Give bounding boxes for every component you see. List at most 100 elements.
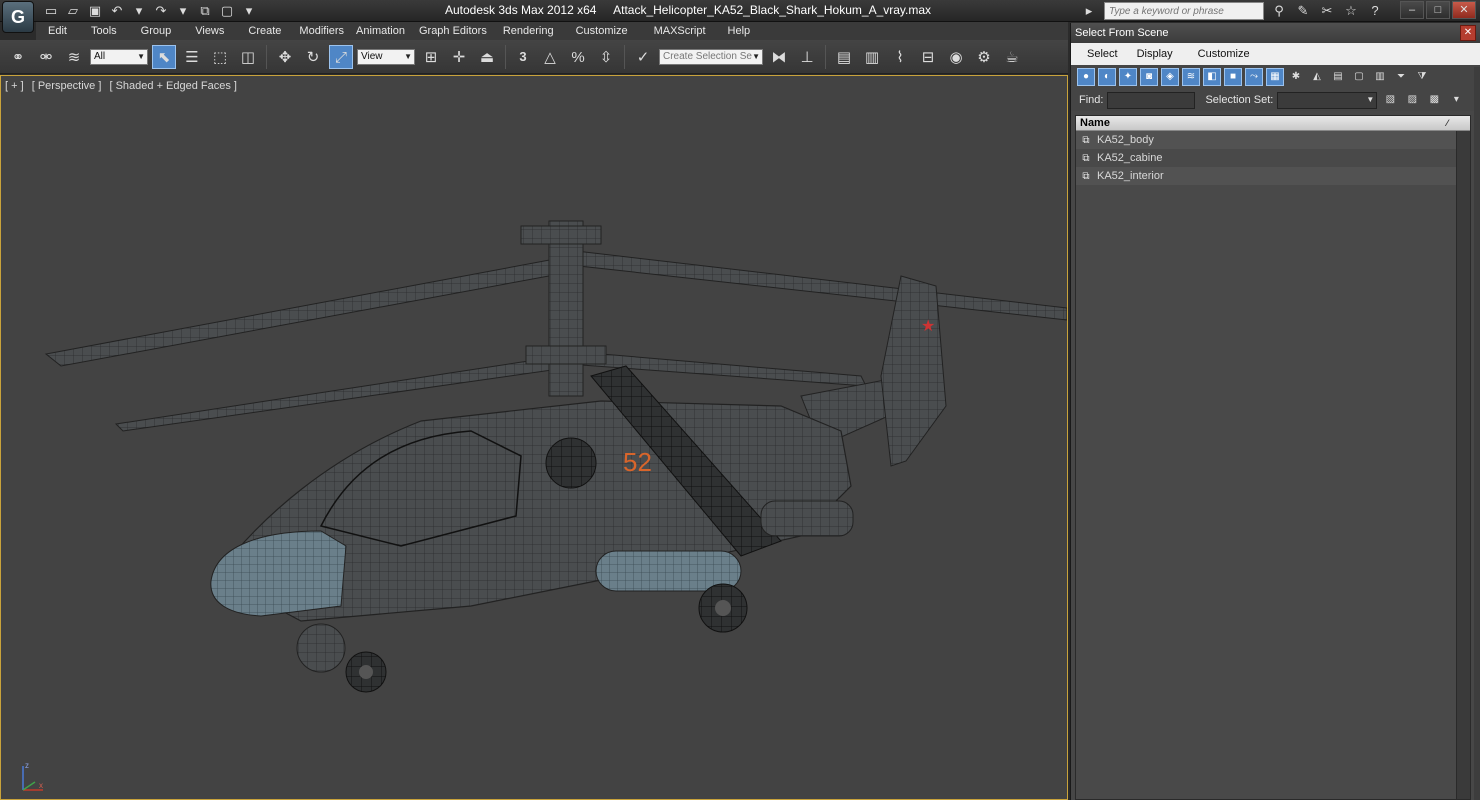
select-invert-icon[interactable]: ▥: [1371, 68, 1389, 86]
angle-snap-icon[interactable]: △: [538, 45, 562, 69]
menu-maxscript[interactable]: MAXScript: [642, 25, 718, 37]
spinner-snap-icon[interactable]: ⇳: [594, 45, 618, 69]
add-to-selection-set-icon[interactable]: ▨: [1403, 91, 1421, 109]
list-scrollbar[interactable]: [1456, 131, 1470, 799]
display-geometry-icon[interactable]: ●: [1077, 68, 1095, 86]
redo-icon[interactable]: ↷: [152, 2, 170, 20]
subscription-icon[interactable]: ✎: [1294, 2, 1312, 20]
edit-named-selection-icon[interactable]: ✓: [631, 45, 655, 69]
selection-filter-dropdown[interactable]: All: [90, 48, 148, 65]
display-groups-icon[interactable]: ◧: [1203, 68, 1221, 86]
render-teapot-icon[interactable]: ☕: [1000, 45, 1024, 69]
select-and-scale-icon[interactable]: ⤢: [329, 44, 353, 69]
save-file-icon[interactable]: ▣: [86, 2, 104, 20]
display-xrefs-icon[interactable]: ■: [1224, 68, 1242, 86]
display-space-warps-icon[interactable]: ≋: [1182, 68, 1200, 86]
menu-edit[interactable]: Edit: [36, 25, 79, 37]
filter-icon[interactable]: ⏷: [1392, 68, 1410, 86]
window-layout-icon[interactable]: ▢: [218, 2, 236, 20]
dialog-menu-customize[interactable]: Customize: [1184, 48, 1261, 60]
select-object-icon[interactable]: ⬉: [152, 44, 176, 69]
bind-to-space-warp-icon[interactable]: ≋: [62, 45, 86, 69]
remove-from-selection-set-icon[interactable]: ▩: [1425, 91, 1443, 109]
material-editor-icon[interactable]: ◉: [944, 45, 968, 69]
menu-graph-editors[interactable]: Graph Editors: [411, 25, 495, 37]
menu-customize[interactable]: Customize: [562, 25, 642, 37]
scene-object-list[interactable]: Name ⁄ ⧉ KA52_body ⧉ KA52_cabine ⧉ KA52_…: [1075, 115, 1471, 800]
menu-tools[interactable]: Tools: [79, 25, 129, 37]
list-item-ka52-body[interactable]: ⧉ KA52_body: [1076, 131, 1470, 149]
select-and-move-icon[interactable]: ✥: [273, 45, 297, 69]
expand-search-icon[interactable]: ▸: [1080, 2, 1098, 20]
named-selection-set-dropdown[interactable]: Create Selection Se: [659, 48, 763, 65]
app-logo-button[interactable]: G: [2, 1, 34, 33]
display-hidden-icon[interactable]: ◭: [1308, 68, 1326, 86]
reference-coordinate-dropdown[interactable]: View: [357, 48, 415, 65]
select-none-icon[interactable]: ▢: [1350, 68, 1368, 86]
graphite-ribbon-icon[interactable]: ▥: [860, 45, 884, 69]
dialog-title-bar[interactable]: Select From Scene ✕: [1071, 23, 1480, 43]
dialog-close-button[interactable]: ✕: [1460, 25, 1476, 41]
open-file-icon[interactable]: ▱: [64, 2, 82, 20]
maximize-icon[interactable]: □: [1426, 1, 1450, 19]
create-selection-set-icon[interactable]: ▧: [1381, 91, 1399, 109]
viewport-point-of-view-label[interactable]: [ Perspective ]: [32, 80, 102, 92]
menu-views[interactable]: Views: [183, 25, 236, 37]
menu-group[interactable]: Group: [129, 25, 184, 37]
minimize-icon[interactable]: –: [1400, 1, 1424, 19]
dialog-scrollbar[interactable]: [1474, 67, 1480, 800]
find-input[interactable]: [1107, 91, 1196, 109]
new-file-icon[interactable]: ▭: [42, 2, 60, 20]
align-icon[interactable]: ⊥: [795, 45, 819, 69]
project-folder-icon[interactable]: ⧉: [196, 2, 214, 20]
unlink-selection-icon[interactable]: ⚮: [34, 45, 58, 69]
dialog-options-dropdown-icon[interactable]: ▾: [1447, 91, 1465, 109]
dialog-menu-select[interactable]: Select: [1071, 48, 1129, 60]
mirror-icon[interactable]: ⧓: [767, 45, 791, 69]
display-helpers-icon[interactable]: ◈: [1161, 68, 1179, 86]
viewport-menu-label[interactable]: [ + ]: [5, 80, 24, 92]
close-window-icon[interactable]: ✕: [1452, 1, 1476, 19]
dialog-menu-display[interactable]: Display: [1129, 48, 1184, 60]
menu-help[interactable]: Help: [718, 25, 761, 37]
display-containers-icon[interactable]: ▦: [1266, 68, 1284, 86]
advanced-filter-icon[interactable]: ⧩: [1413, 68, 1431, 86]
display-bones-icon[interactable]: ⤳: [1245, 68, 1263, 86]
keyword-search-input[interactable]: [1104, 2, 1264, 20]
undo-dropdown-icon[interactable]: ▾: [130, 2, 148, 20]
display-shapes-icon[interactable]: ◐: [1098, 68, 1116, 86]
select-and-manipulate-icon[interactable]: ✛: [447, 45, 471, 69]
window-crossing-icon[interactable]: ◫: [236, 45, 260, 69]
keyboard-shortcut-override-icon[interactable]: ⏏: [475, 45, 499, 69]
list-item-ka52-interior[interactable]: ⧉ KA52_interior: [1076, 167, 1470, 185]
helicopter-model[interactable]: ★ 52: [1, 76, 1067, 799]
perspective-viewport[interactable]: ★ 52 [ + ] [ Perspective ] [ Shaded + Ed…: [0, 75, 1068, 800]
layer-manager-icon[interactable]: ▤: [832, 45, 856, 69]
display-lights-icon[interactable]: ✦: [1119, 68, 1137, 86]
list-item-ka52-cabine[interactable]: ⧉ KA52_cabine: [1076, 149, 1470, 167]
percent-snap-icon[interactable]: %: [566, 45, 590, 69]
communication-icon[interactable]: ✂: [1318, 2, 1336, 20]
menu-rendering[interactable]: Rendering: [495, 25, 562, 37]
viewport-shading-label[interactable]: [ Shaded + Edged Faces ]: [109, 80, 237, 92]
menu-modifiers[interactable]: Modifiers: [293, 25, 350, 37]
schematic-view-icon[interactable]: ⊟: [916, 45, 940, 69]
curve-editor-icon[interactable]: ⌇: [888, 45, 912, 69]
select-by-name-icon[interactable]: ☰: [180, 45, 204, 69]
redo-dropdown-icon[interactable]: ▾: [174, 2, 192, 20]
select-all-icon[interactable]: ▤: [1329, 68, 1347, 86]
favorites-star-icon[interactable]: ☆: [1342, 2, 1360, 20]
snaps-toggle[interactable]: 3: [512, 49, 534, 64]
render-setup-icon[interactable]: ⚙: [972, 45, 996, 69]
select-and-link-icon[interactable]: ⚭: [6, 45, 30, 69]
pivot-center-icon[interactable]: ⊞: [419, 45, 443, 69]
menu-animation[interactable]: Animation: [350, 25, 411, 37]
qat-customize-icon[interactable]: ▾: [240, 2, 258, 20]
help-icon[interactable]: ?: [1366, 2, 1384, 20]
name-column-header[interactable]: Name ⁄: [1076, 116, 1470, 131]
display-frozen-icon[interactable]: ✱: [1287, 68, 1305, 86]
display-cameras-icon[interactable]: ◙: [1140, 68, 1158, 86]
menu-create[interactable]: Create: [236, 25, 293, 37]
binoculars-icon[interactable]: ⚲: [1270, 2, 1288, 20]
selection-set-dropdown[interactable]: [1277, 91, 1378, 109]
